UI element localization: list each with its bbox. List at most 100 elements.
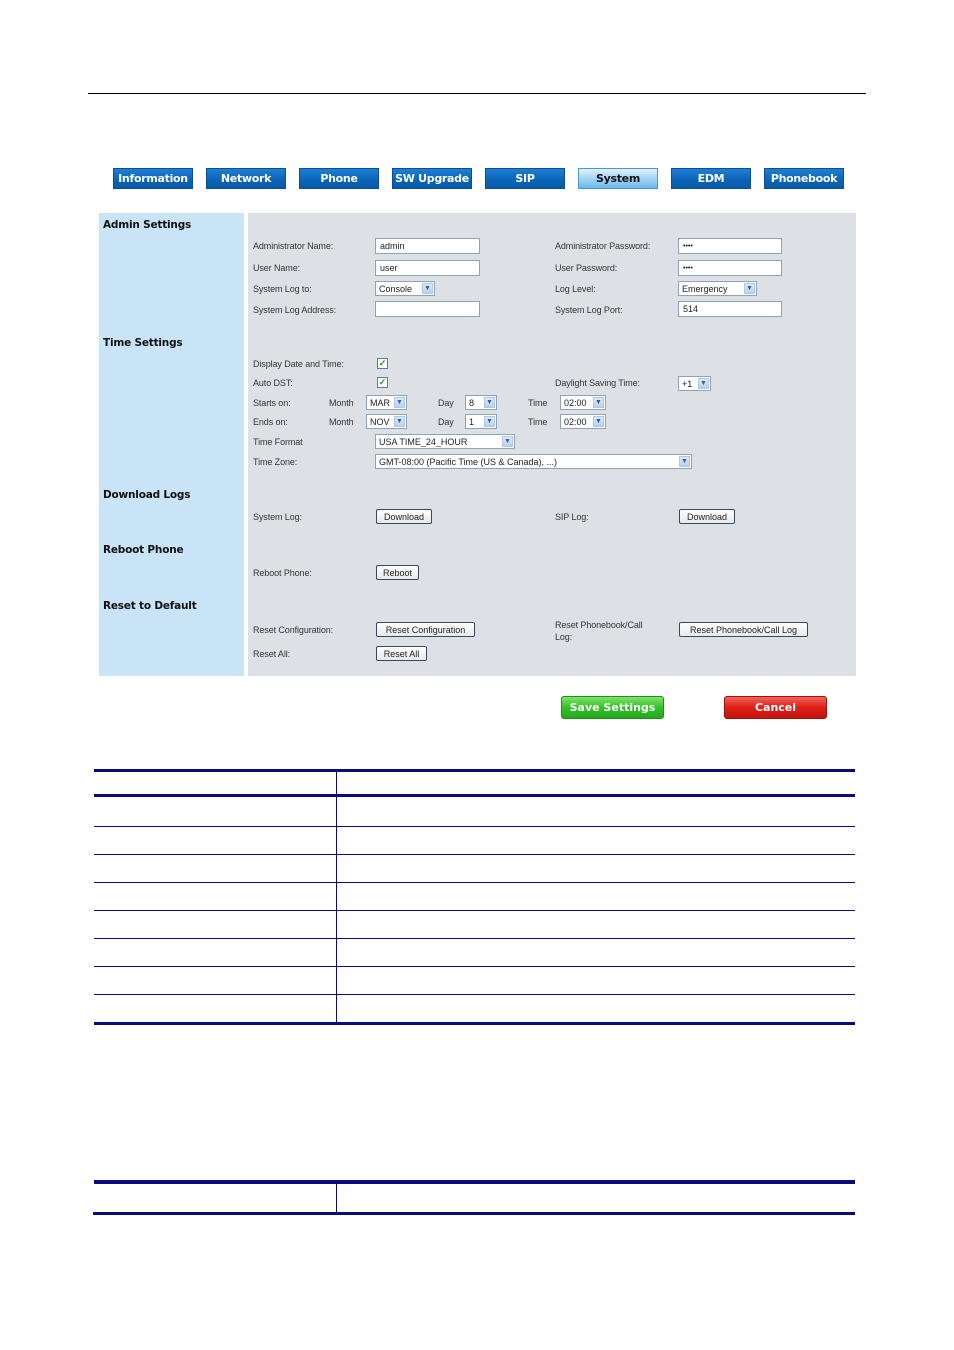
reset-all-button[interactable]: Reset All [376, 646, 427, 661]
time-format-select[interactable]: USA TIME_24_HOUR ▼ [375, 434, 515, 449]
save-settings-button[interactable]: Save Settings [561, 696, 664, 719]
time-zone-select[interactable]: GMT-08:00 (Pacific Time (US & Canada), .… [375, 454, 692, 469]
start-time-value: 02:00 [564, 397, 587, 408]
end-time-value: 02:00 [564, 416, 587, 427]
table-column-divider [336, 1184, 337, 1212]
table-row-rule [94, 910, 855, 911]
chevron-down-icon: ▼ [502, 436, 513, 447]
system-log-port-input[interactable] [678, 301, 782, 317]
parameter-table-2 [93, 1180, 855, 1216]
tab-sw-upgrade[interactable]: SW Upgrade [392, 168, 472, 189]
table-top-rule [94, 769, 855, 772]
checkmark-icon: ✓ [378, 377, 387, 387]
end-time-label: Time [528, 417, 548, 427]
page-header-rule [88, 93, 866, 94]
tab-system[interactable]: System [578, 168, 658, 189]
end-day-value: 1 [469, 416, 475, 427]
chevron-down-icon: ▼ [394, 397, 405, 408]
chevron-down-icon: ▼ [593, 416, 604, 427]
settings-form-area [248, 213, 856, 676]
download-logs-title: Download Logs [103, 489, 191, 501]
admin-name-input[interactable] [375, 238, 480, 254]
checkmark-icon: ✓ [378, 358, 387, 368]
start-day-select[interactable]: 8 ▼ [465, 395, 497, 410]
reset-phonebook-button[interactable]: Reset Phonebook/Call Log [679, 622, 808, 637]
end-month-label: Month [329, 417, 354, 427]
tab-sip[interactable]: SIP [485, 168, 565, 189]
table-row-rule [94, 826, 855, 827]
table-bottom-rule [94, 1022, 855, 1025]
auto-dst-label: Auto DST: [253, 378, 293, 388]
end-day-select[interactable]: 1 ▼ [465, 414, 497, 429]
ends-on-label: Ends on: [253, 417, 288, 427]
table-row-rule [94, 882, 855, 883]
reset-configuration-button[interactable]: Reset Configuration [376, 622, 475, 637]
daylight-saving-time-select[interactable]: +1 ▼ [678, 376, 711, 391]
auto-dst-checkbox[interactable]: ✓ [377, 377, 388, 388]
parameter-table-1 [94, 769, 855, 1026]
system-log-to-select[interactable]: Console ▼ [375, 281, 435, 296]
table-top-rule [94, 1180, 855, 1184]
table-column-divider [336, 772, 337, 1022]
reset-phonebook-label: Reset Phonebook/Call Log: [555, 620, 643, 642]
starts-on-label: Starts on: [253, 398, 291, 408]
user-password-input[interactable] [678, 260, 782, 276]
tab-edm[interactable]: EDM [671, 168, 751, 189]
system-log-to-value: Console [379, 283, 413, 294]
chevron-down-icon: ▼ [422, 283, 433, 294]
time-format-value: USA TIME_24_HOUR [379, 436, 468, 447]
user-password-label: User Password: [555, 263, 618, 273]
time-format-label: Time Format [253, 437, 303, 447]
log-level-select[interactable]: Emergency ▼ [678, 281, 757, 296]
daylight-saving-time-label: Daylight Saving Time: [555, 378, 640, 388]
start-month-value: MAR [370, 397, 390, 408]
table-row-rule [94, 854, 855, 855]
user-name-label: User Name: [253, 263, 301, 273]
download-sip-log-button[interactable]: Download [679, 509, 735, 524]
table-bottom-rule [93, 1212, 855, 1215]
end-time-select[interactable]: 02:00 ▼ [560, 414, 606, 429]
table-row-rule [94, 966, 855, 967]
start-month-label: Month [329, 398, 354, 408]
reset-to-default-title: Reset to Default [103, 600, 197, 612]
system-log-port-label: System Log Port: [555, 305, 623, 315]
chevron-down-icon: ▼ [484, 416, 495, 427]
start-month-select[interactable]: MAR ▼ [366, 395, 407, 410]
start-day-value: 8 [469, 397, 475, 408]
sip-log-label: SIP Log: [555, 512, 589, 522]
download-system-log-button[interactable]: Download [376, 509, 432, 524]
time-zone-label: Time Zone: [253, 457, 298, 467]
tab-information[interactable]: Information [113, 168, 193, 189]
chevron-down-icon: ▼ [698, 378, 709, 389]
tab-network[interactable]: Network [206, 168, 286, 189]
end-day-label: Day [438, 417, 454, 427]
display-datetime-label: Display Date and Time: [253, 359, 344, 369]
chevron-down-icon: ▼ [394, 416, 405, 427]
system-log-address-input[interactable] [375, 301, 480, 317]
system-log-address-label: System Log Address: [253, 305, 337, 315]
time-settings-title: Time Settings [103, 337, 183, 349]
display-datetime-checkbox[interactable]: ✓ [377, 358, 388, 369]
cancel-button[interactable]: Cancel [724, 696, 827, 719]
user-name-input[interactable] [375, 260, 480, 276]
tab-phone[interactable]: Phone [299, 168, 379, 189]
reboot-phone-label: Reboot Phone: [253, 568, 312, 578]
chevron-down-icon: ▼ [744, 283, 755, 294]
table-row-rule [94, 938, 855, 939]
daylight-saving-time-value: +1 [682, 378, 693, 389]
reset-all-label: Reset All: [253, 649, 291, 659]
log-level-value: Emergency [682, 283, 728, 294]
admin-password-label: Administrator Password: [555, 241, 651, 251]
end-month-select[interactable]: NOV ▼ [366, 414, 407, 429]
table-row-rule [94, 994, 855, 995]
admin-password-input[interactable] [678, 238, 782, 254]
tab-phonebook[interactable]: Phonebook [764, 168, 844, 189]
end-month-value: NOV [370, 416, 390, 427]
chevron-down-icon: ▼ [593, 397, 604, 408]
reboot-button[interactable]: Reboot [376, 565, 419, 580]
start-time-select[interactable]: 02:00 ▼ [560, 395, 606, 410]
log-level-label: Log Level: [555, 284, 596, 294]
table-header-rule [94, 794, 855, 797]
admin-name-label: Administrator Name: [253, 241, 334, 251]
start-time-label: Time [528, 398, 548, 408]
